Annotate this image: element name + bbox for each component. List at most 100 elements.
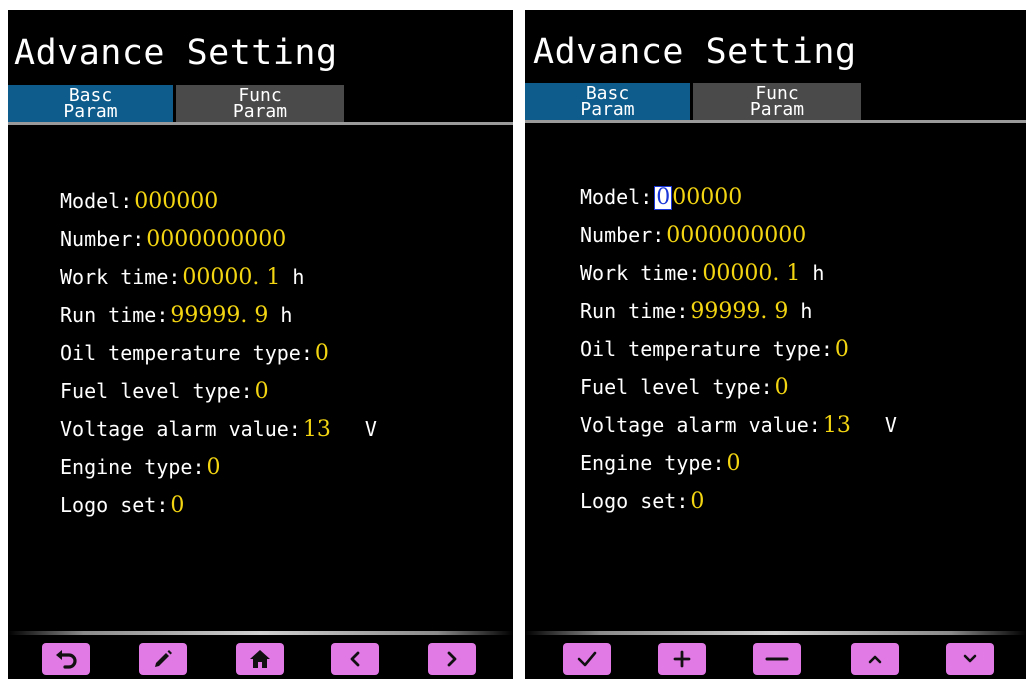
param-label: Engine type: bbox=[60, 455, 205, 479]
param-value: 0 bbox=[834, 336, 849, 362]
tab-label-line2: Param bbox=[749, 99, 805, 120]
param-label: Voltage alarm value: bbox=[60, 417, 301, 441]
edit-button[interactable] bbox=[139, 643, 187, 675]
tab-label-line2: Param bbox=[63, 101, 118, 122]
param-value: 0 bbox=[774, 374, 789, 400]
param-label: Fuel level type: bbox=[580, 375, 773, 399]
tab-label-line2: Param bbox=[232, 101, 288, 122]
tab-divider bbox=[8, 122, 513, 125]
param-label: Model: bbox=[580, 185, 653, 209]
param-unit: h bbox=[280, 303, 293, 327]
param-value: 13 bbox=[302, 416, 331, 442]
param-unit: V bbox=[364, 417, 377, 441]
tab-basc-param[interactable]: Basc Param bbox=[8, 85, 173, 123]
back-icon bbox=[56, 650, 77, 669]
check-icon bbox=[577, 651, 597, 667]
param-row-oil-temperature-type[interactable]: Oil temperature type: 0 bbox=[580, 330, 897, 368]
confirm-button[interactable] bbox=[563, 643, 611, 675]
increment-button[interactable] bbox=[658, 643, 706, 675]
param-value: 0000000000 bbox=[146, 226, 287, 252]
param-value-editing[interactable]: 000000 bbox=[654, 185, 742, 210]
param-row-work-time[interactable]: Work time: 00000. 1 h bbox=[60, 258, 377, 296]
param-row-logo-set[interactable]: Logo set: 0 bbox=[580, 482, 897, 520]
bottom-divider bbox=[8, 631, 513, 635]
param-row-number[interactable]: Number: 0000000000 bbox=[60, 220, 377, 258]
param-value: 13 bbox=[822, 412, 851, 438]
chevron-up-icon bbox=[868, 655, 882, 664]
param-row-logo-set[interactable]: Logo set: 0 bbox=[60, 486, 377, 524]
param-label: Work time: bbox=[60, 265, 181, 289]
param-value: 99999. 9 bbox=[170, 302, 269, 328]
bottom-divider bbox=[525, 631, 1026, 635]
edit-cursor: 0 bbox=[654, 184, 673, 210]
edit-icon bbox=[155, 650, 172, 667]
chevron-left-icon bbox=[350, 651, 360, 667]
param-label: Voltage alarm value: bbox=[580, 413, 821, 437]
param-unit: h bbox=[812, 261, 825, 285]
param-label: Fuel level type: bbox=[60, 379, 253, 403]
down-button[interactable] bbox=[946, 643, 994, 675]
right-screen: Advance Setting Basc Param Func Param Mo… bbox=[525, 10, 1026, 679]
param-list: Model: 000000 Number: 0000000000 Work ti… bbox=[580, 178, 897, 520]
param-row-voltage-alarm-value[interactable]: Voltage alarm value: 13 V bbox=[60, 410, 377, 448]
up-button[interactable] bbox=[851, 643, 899, 675]
next-button[interactable] bbox=[428, 643, 476, 675]
home-icon bbox=[250, 650, 270, 668]
param-unit: h bbox=[800, 299, 813, 323]
left-screen: Advance Setting Basc Param Func Param Mo… bbox=[8, 10, 513, 679]
chevron-right-icon bbox=[447, 651, 457, 667]
param-value: 00000. 1 bbox=[702, 260, 801, 286]
param-row-engine-type[interactable]: Engine type: 0 bbox=[580, 444, 897, 482]
page-title: Advance Setting bbox=[14, 33, 338, 73]
param-label: Number: bbox=[60, 227, 145, 251]
param-label: Logo set: bbox=[60, 493, 169, 517]
param-label: Run time: bbox=[580, 299, 689, 323]
param-label: Model: bbox=[60, 189, 133, 213]
prev-button[interactable] bbox=[331, 643, 379, 675]
home-button[interactable] bbox=[236, 643, 284, 675]
param-value: 0 bbox=[726, 450, 741, 476]
plus-icon bbox=[673, 650, 691, 668]
tab-divider bbox=[525, 120, 1026, 123]
param-label: Work time: bbox=[580, 261, 701, 285]
tab-label-line2: Param bbox=[580, 99, 635, 120]
param-row-run-time[interactable]: Run time: 99999. 9 h bbox=[580, 292, 897, 330]
param-unit: h bbox=[292, 265, 305, 289]
param-row-engine-type[interactable]: Engine type: 0 bbox=[60, 448, 377, 486]
param-value: 0 bbox=[206, 454, 221, 480]
param-label: Engine type: bbox=[580, 451, 725, 475]
param-value: 0000000000 bbox=[666, 222, 807, 248]
param-row-model[interactable]: Model: 000000 bbox=[60, 182, 377, 220]
param-row-number[interactable]: Number: 0000000000 bbox=[580, 216, 897, 254]
param-label: Run time: bbox=[60, 303, 169, 327]
page-title: Advance Setting bbox=[533, 32, 857, 72]
chevron-down-icon bbox=[963, 654, 977, 663]
param-value: 0 bbox=[254, 378, 269, 404]
tab-func-param[interactable]: Func Param bbox=[176, 85, 344, 123]
param-value: 99999. 9 bbox=[690, 298, 789, 324]
param-value: 0 bbox=[690, 488, 705, 514]
minus-icon bbox=[765, 657, 789, 661]
back-button[interactable] bbox=[42, 643, 90, 675]
param-label: Logo set: bbox=[580, 489, 689, 513]
param-row-oil-temperature-type[interactable]: Oil temperature type: 0 bbox=[60, 334, 377, 372]
decrement-button[interactable] bbox=[753, 643, 801, 675]
param-value-rest: 00000 bbox=[672, 184, 743, 210]
param-row-work-time[interactable]: Work time: 00000. 1 h bbox=[580, 254, 897, 292]
param-value: 00000. 1 bbox=[182, 264, 281, 290]
param-row-model[interactable]: Model: 000000 bbox=[580, 178, 897, 216]
param-row-fuel-level-type[interactable]: Fuel level type: 0 bbox=[580, 368, 897, 406]
param-value: 0 bbox=[314, 340, 329, 366]
param-label: Oil temperature type: bbox=[60, 341, 313, 365]
param-unit: V bbox=[884, 413, 897, 437]
param-row-voltage-alarm-value[interactable]: Voltage alarm value: 13 V bbox=[580, 406, 897, 444]
param-row-run-time[interactable]: Run time: 99999. 9 h bbox=[60, 296, 377, 334]
tab-func-param[interactable]: Func Param bbox=[693, 83, 861, 121]
param-row-fuel-level-type[interactable]: Fuel level type: 0 bbox=[60, 372, 377, 410]
param-list: Model: 000000 Number: 0000000000 Work ti… bbox=[60, 182, 377, 524]
tab-basc-param[interactable]: Basc Param bbox=[525, 83, 690, 121]
param-label: Oil temperature type: bbox=[580, 337, 833, 361]
param-label: Number: bbox=[580, 223, 665, 247]
param-value: 0 bbox=[170, 492, 185, 518]
param-value: 000000 bbox=[134, 188, 219, 214]
